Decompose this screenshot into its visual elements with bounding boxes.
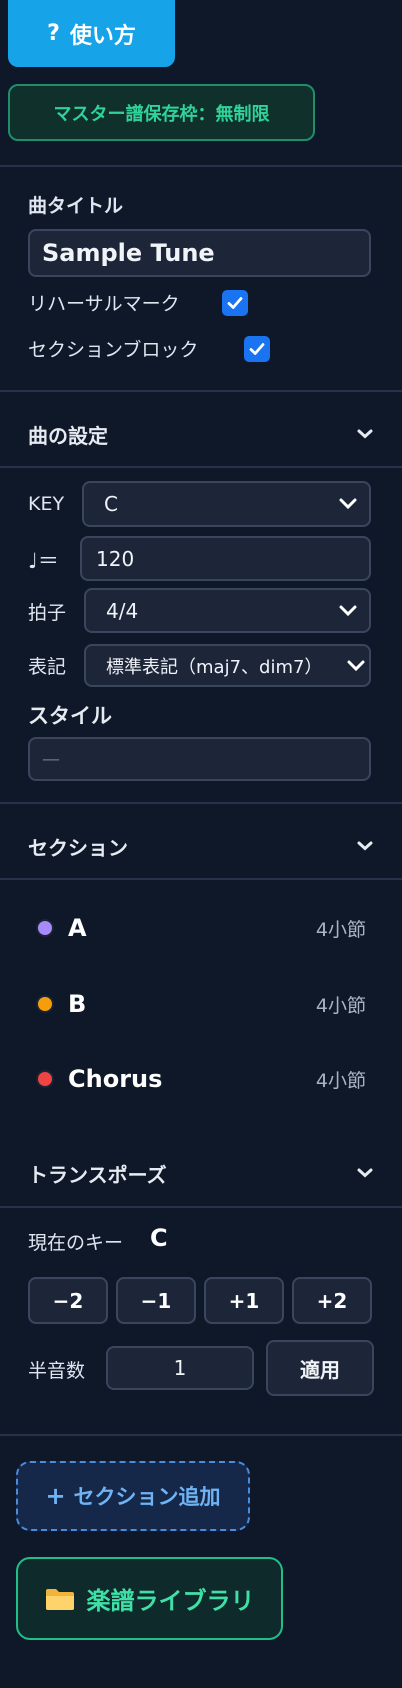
section-color-dot: [36, 919, 54, 937]
notation-select[interactable]: 標準表記（maj7、dim7）: [84, 644, 371, 687]
add-section-button[interactable]: + セクション追加: [16, 1461, 250, 1531]
song-title-value: Sample Tune: [42, 239, 215, 267]
transpose-button-label: −1: [140, 1288, 172, 1313]
section-color-dot: [36, 1070, 54, 1088]
section-color-dot: [36, 995, 54, 1013]
library-label: 楽譜ライブラリ: [86, 1587, 255, 1615]
current-key-label: 現在のキー: [28, 1232, 124, 1254]
chevron-down-icon: [339, 605, 357, 616]
section-name: Chorus: [68, 1065, 163, 1093]
divider: [0, 1206, 402, 1208]
apply-button-label: 適用: [300, 1357, 340, 1382]
notation-value: 標準表記（maj7、dim7）: [106, 656, 323, 678]
help-button[interactable]: ? 使い方: [8, 0, 175, 67]
library-button[interactable]: 楽譜ライブラリ: [16, 1557, 283, 1640]
help-button-label: 使い方: [69, 23, 136, 49]
divider: [0, 390, 402, 392]
divider: [0, 466, 402, 468]
section-bars: 4小節: [315, 918, 366, 941]
section-bars: 4小節: [315, 994, 366, 1017]
rehearsal-mark-label: リハーサルマーク: [28, 293, 180, 315]
divider: [0, 878, 402, 880]
rehearsal-mark-checkbox[interactable]: [222, 290, 248, 316]
check-icon: [249, 343, 265, 355]
section-item[interactable]: B 4小節: [36, 984, 366, 1024]
style-input[interactable]: —: [28, 737, 371, 781]
style-label: スタイル: [28, 704, 112, 728]
transpose-button-label: +1: [228, 1288, 260, 1313]
chevron-down-icon: [347, 660, 365, 671]
semitone-value: 1: [173, 1356, 187, 1380]
divider: [0, 165, 402, 167]
key-label: KEY: [28, 493, 65, 515]
divider: [0, 1434, 402, 1436]
current-key-value: C: [150, 1224, 168, 1252]
key-select[interactable]: C: [82, 481, 371, 527]
settings-heading: 曲の設定: [28, 424, 108, 448]
chevron-down-icon[interactable]: [356, 1167, 374, 1179]
meter-value: 4/4: [106, 598, 139, 623]
transpose-minus-2-button[interactable]: −2: [28, 1277, 108, 1324]
chevron-down-icon: [339, 498, 357, 510]
section-item[interactable]: A 4小節: [36, 908, 366, 948]
section-name: A: [68, 914, 87, 942]
style-placeholder: —: [42, 748, 60, 770]
quota-text: マスター譜保存枠：無制限: [53, 103, 270, 125]
tempo-input[interactable]: 120: [80, 536, 371, 581]
chevron-down-icon[interactable]: [356, 840, 374, 852]
tempo-value: 120: [96, 546, 135, 571]
apply-button[interactable]: 適用: [266, 1340, 374, 1396]
folder-icon: [45, 1588, 74, 1610]
transpose-heading: トランスポーズ: [28, 1163, 167, 1187]
check-icon: [227, 297, 243, 309]
semitone-label: 半音数: [28, 1360, 86, 1382]
sections-heading: セクション: [28, 836, 128, 860]
song-title-input[interactable]: Sample Tune: [28, 229, 371, 277]
transpose-minus-1-button[interactable]: −1: [116, 1277, 196, 1324]
song-title-label: 曲タイトル: [28, 195, 124, 217]
section-name: B: [68, 990, 87, 1018]
semitone-input[interactable]: 1: [106, 1346, 254, 1390]
section-item[interactable]: Chorus 4小節: [36, 1059, 366, 1099]
meter-label: 拍子: [28, 602, 67, 624]
help-icon: ?: [47, 21, 60, 46]
section-bars: 4小節: [315, 1069, 366, 1092]
meter-select[interactable]: 4/4: [84, 588, 371, 633]
plus-icon: +: [45, 1482, 66, 1510]
key-value: C: [104, 492, 118, 516]
quota-badge: マスター譜保存枠：無制限: [8, 84, 315, 141]
transpose-plus-2-button[interactable]: +2: [292, 1277, 372, 1324]
tempo-label: ♩＝: [28, 549, 59, 573]
notation-label: 表記: [28, 656, 67, 678]
transpose-button-label: −2: [52, 1288, 84, 1313]
add-section-label: セクション追加: [73, 1485, 221, 1509]
section-block-checkbox[interactable]: [244, 336, 270, 362]
transpose-plus-1-button[interactable]: +1: [204, 1277, 284, 1324]
section-block-label: セクションブロック: [28, 339, 199, 361]
divider: [0, 802, 402, 804]
transpose-button-label: +2: [316, 1288, 348, 1313]
chevron-down-icon[interactable]: [356, 428, 374, 440]
